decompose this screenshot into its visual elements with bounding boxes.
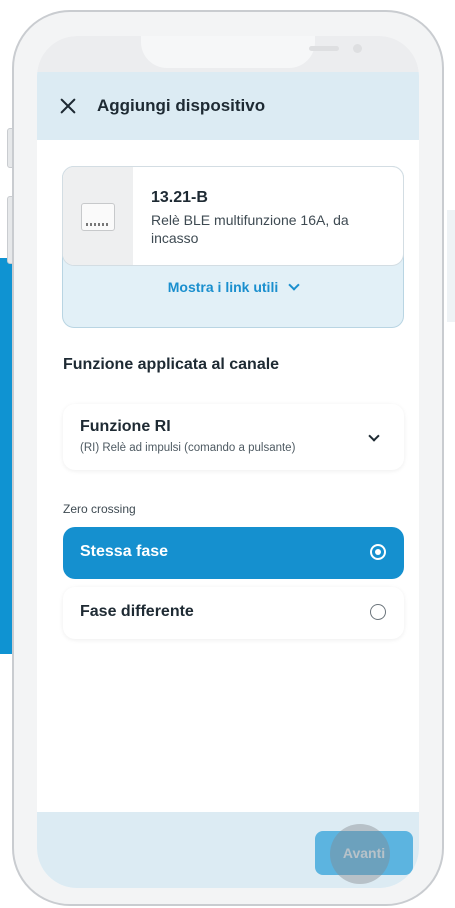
option-different-phase[interactable]: Fase differente: [63, 587, 404, 639]
device-model: 13.21-B: [151, 189, 208, 206]
app-screen: Aggiungi dispositivo 13.21-B Relè BLE mu…: [37, 36, 419, 888]
relay-device-icon: [81, 203, 115, 231]
status-area: [37, 36, 419, 72]
device-info: 13.21-B Relè BLE multifunzione 16A, da i…: [62, 166, 404, 266]
function-dropdown[interactable]: Funzione RI (RI) Relè ad impulsi (comand…: [63, 404, 404, 470]
option-label: Fase differente: [80, 603, 194, 620]
device-description: Relè BLE multifunzione 16A, da incasso: [151, 212, 349, 246]
option-label: Stessa fase: [80, 543, 169, 560]
close-icon[interactable]: [59, 97, 77, 115]
device-image: [63, 167, 133, 265]
section-title: Funzione applicata al canale: [63, 356, 280, 373]
function-name: Funzione RI: [80, 418, 171, 435]
show-links-label: Mostra i link utili: [167, 279, 279, 295]
function-description: (RI) Relè ad impulsi (comando a pulsante…: [80, 442, 296, 454]
page-title: Aggiungi dispositivo: [97, 96, 266, 115]
show-links-button[interactable]: Mostra i link utili: [63, 279, 403, 295]
radio-selected-icon[interactable]: [370, 544, 386, 560]
option-same-phase[interactable]: Stessa fase: [63, 527, 404, 579]
radio-unselected-icon[interactable]: [370, 604, 386, 620]
device-card: 13.21-B Relè BLE multifunzione 16A, da i…: [62, 166, 404, 328]
chevron-down-icon: [288, 279, 300, 291]
background-edge: [447, 210, 455, 322]
zero-crossing-label: Zero crossing: [63, 502, 136, 516]
header-bar: Aggiungi dispositivo: [37, 72, 419, 140]
touch-indicator: [330, 824, 390, 884]
camera: [353, 44, 362, 53]
speaker: [309, 46, 339, 51]
chevron-down-icon: [368, 430, 380, 442]
notch: [141, 36, 362, 68]
